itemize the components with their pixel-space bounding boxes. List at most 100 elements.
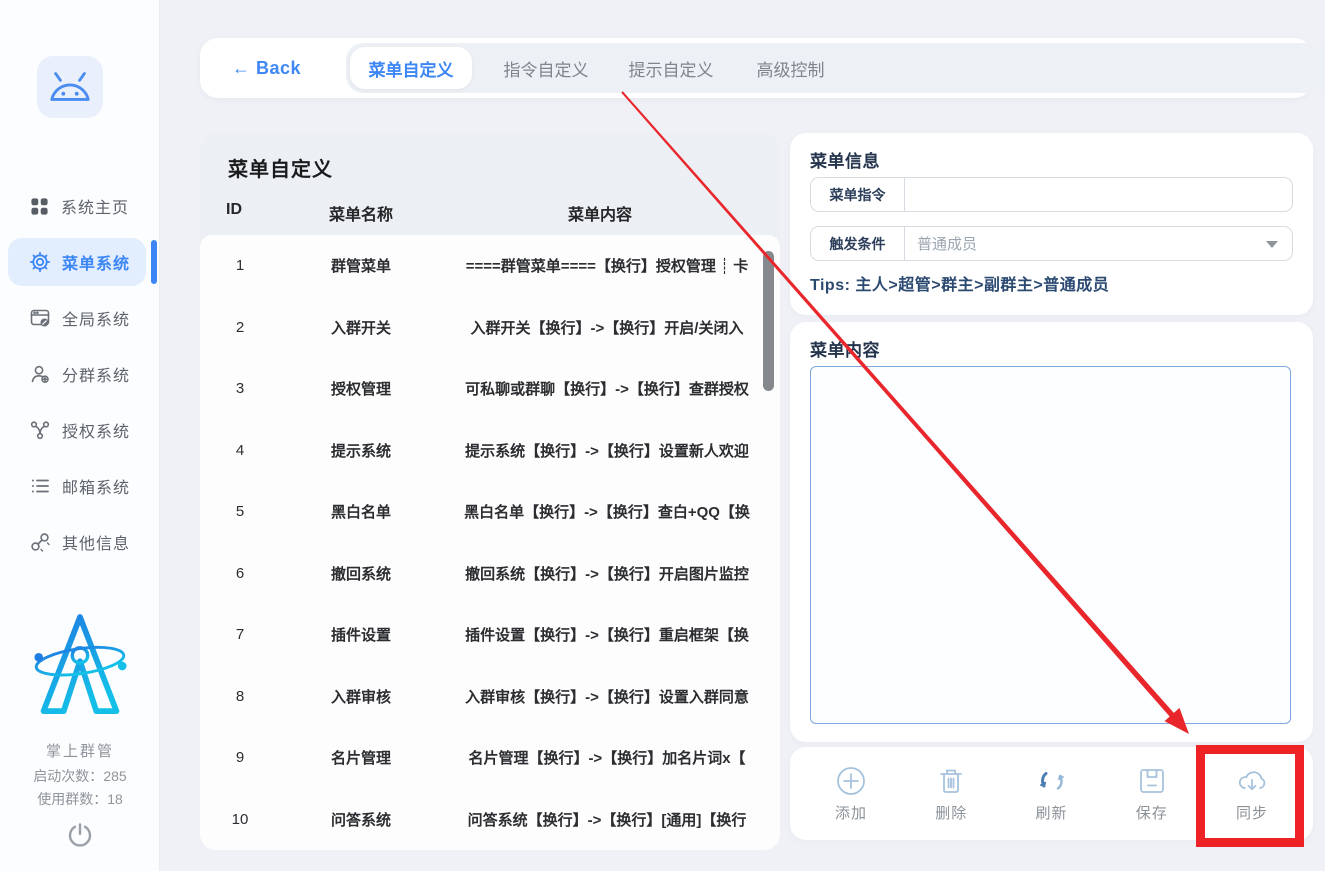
grid-icon xyxy=(30,197,49,216)
tab-bar: 菜单自定义 指令自定义 提示自定义 高级控制 xyxy=(346,43,1325,93)
sidebar-item-label: 邮箱系统 xyxy=(62,474,130,498)
table-row[interactable]: 10 问答系统 问答系统【换行】->【换行】[通用]【换行 xyxy=(200,789,780,851)
sidebar-item-home[interactable]: 系统主页 xyxy=(0,188,160,224)
trash-icon xyxy=(935,765,967,797)
user-icon xyxy=(30,364,50,384)
trigger-condition-value: 普通成员 xyxy=(917,233,977,254)
table-row[interactable]: 9 名片管理 名片管理【换行】->【换行】加名片词x【 xyxy=(200,727,780,789)
row-name: 提示系统 xyxy=(286,440,436,461)
row-content: 问答系统【换行】->【换行】[通用]【换行 xyxy=(450,809,764,830)
window-icon xyxy=(30,308,50,328)
button-label: 刷新 xyxy=(1035,802,1067,823)
table-scrollbar-thumb[interactable] xyxy=(763,251,774,391)
row-name: 授权管理 xyxy=(286,378,436,399)
chevron-down-icon xyxy=(1266,241,1278,248)
gear-icon xyxy=(30,252,50,272)
sidebar-item-global-system[interactable]: 全局系统 xyxy=(0,300,160,336)
tab-tip-custom[interactable]: 提示自定义 xyxy=(611,43,731,93)
table-row[interactable]: 1 群管菜单 ====群管菜单====【换行】授权管理 ┊ 卡 xyxy=(200,235,780,297)
button-label: 添加 xyxy=(835,802,867,823)
button-label: 删除 xyxy=(935,802,967,823)
app-logo-button[interactable] xyxy=(37,56,103,118)
add-button[interactable]: 添加 xyxy=(818,765,884,823)
back-button[interactable]: ← Back xyxy=(232,38,301,98)
sync-button[interactable]: 同步 xyxy=(1219,765,1285,823)
android-icon xyxy=(47,70,93,104)
menu-table-panel: 菜单自定义 ID 菜单名称 菜单内容 1 群管菜单 ====群管菜单====【换… xyxy=(200,133,780,850)
menu-info-panel: 菜单信息 菜单指令 触发条件 普通成员 Tips: 主人>超管>群主>副群主>普… xyxy=(790,133,1313,315)
row-content: 提示系统【换行】->【换行】设置新人欢迎 xyxy=(450,440,764,461)
row-name: 插件设置 xyxy=(286,624,436,645)
table-row[interactable]: 3 授权管理 可私聊或群聊【换行】->【换行】查群授权 xyxy=(200,358,780,420)
group-count: 使用群数：18 xyxy=(0,789,160,809)
row-id: 5 xyxy=(218,503,262,520)
sidebar-item-auth-system[interactable]: 授权系统 xyxy=(0,412,160,448)
column-header-name: 菜单名称 xyxy=(286,201,436,225)
sidebar-item-other-info[interactable]: 其他信息 xyxy=(0,524,160,560)
add-circle-icon xyxy=(835,765,867,797)
sidebar-item-label: 全局系统 xyxy=(62,306,130,330)
row-name: 入群开关 xyxy=(286,317,436,338)
power-icon xyxy=(67,822,93,848)
row-id: 9 xyxy=(218,749,262,766)
sidebar-item-menu-system[interactable]: 菜单系统 xyxy=(8,238,146,286)
sidebar-item-label: 菜单系统 xyxy=(62,250,130,274)
link-icon xyxy=(30,532,50,552)
save-button[interactable]: 保存 xyxy=(1119,765,1185,823)
row-id: 6 xyxy=(218,565,262,582)
row-content: 名片管理【换行】->【换行】加名片词x【 xyxy=(450,747,764,768)
menu-command-label: 菜单指令 xyxy=(811,178,905,211)
tab-command-custom[interactable]: 指令自定义 xyxy=(486,43,606,93)
sidebar-item-group-system[interactable]: 分群系统 xyxy=(0,356,160,392)
tab-menu-custom[interactable]: 菜单自定义 xyxy=(350,47,472,89)
button-label: 保存 xyxy=(1136,802,1168,823)
button-label: 同步 xyxy=(1236,802,1268,823)
refresh-button[interactable]: 刷新 xyxy=(1019,765,1085,823)
row-id: 2 xyxy=(218,319,262,336)
table-row[interactable]: 4 提示系统 提示系统【换行】->【换行】设置新人欢迎 xyxy=(200,420,780,482)
sidebar-item-label: 系统主页 xyxy=(61,194,129,218)
table-row[interactable]: 5 黑白名单 黑白名单【换行】->【换行】查白+QQ【换 xyxy=(200,481,780,543)
sidebar-item-label: 其他信息 xyxy=(62,530,130,554)
trigger-condition-select[interactable]: 普通成员 xyxy=(905,227,1292,260)
active-item-indicator xyxy=(151,240,157,284)
share-icon xyxy=(30,420,50,440)
table-rows: 1 群管菜单 ====群管菜单====【换行】授权管理 ┊ 卡 2 入群开关 入… xyxy=(200,235,780,850)
menu-command-input[interactable] xyxy=(905,178,1292,211)
action-toolbar: 添加 删除 刷新 xyxy=(790,747,1313,840)
tips-text: Tips: 主人>超管>群主>副群主>普通成员 xyxy=(810,271,1109,295)
table-row[interactable]: 2 入群开关 入群开关【换行】->【换行】开启/关闭入 xyxy=(200,297,780,359)
top-bar: ← Back 菜单自定义 指令自定义 提示自定义 高级控制 xyxy=(200,38,1312,98)
brand-name: 掌上群管 xyxy=(0,740,160,761)
row-id: 3 xyxy=(218,380,262,397)
trigger-condition-label: 触发条件 xyxy=(811,227,905,260)
table-row[interactable]: 8 入群审核 入群审核【换行】->【换行】设置入群同意 xyxy=(200,666,780,728)
boot-count: 启动次数：285 xyxy=(0,766,160,786)
row-content: 黑白名单【换行】->【换行】查白+QQ【换 xyxy=(450,501,764,522)
row-content: 撤回系统【换行】->【换行】开启图片监控 xyxy=(450,563,764,584)
table-title: 菜单自定义 xyxy=(228,153,333,182)
row-name: 群管菜单 xyxy=(286,255,436,276)
column-header-content: 菜单内容 xyxy=(480,201,720,225)
row-id: 7 xyxy=(218,626,262,643)
row-id: 10 xyxy=(218,811,262,828)
column-header-id: ID xyxy=(226,201,270,219)
refresh-icon xyxy=(1036,765,1068,797)
menu-content-textarea[interactable] xyxy=(810,366,1291,724)
delete-button[interactable]: 删除 xyxy=(918,765,984,823)
table-row[interactable]: 7 插件设置 插件设置【换行】->【换行】重启框架【换 xyxy=(200,604,780,666)
row-id: 8 xyxy=(218,688,262,705)
sidebar-item-mail-system[interactable]: 邮箱系统 xyxy=(0,468,160,504)
menu-command-group: 菜单指令 xyxy=(810,177,1293,212)
row-content: ====群管菜单====【换行】授权管理 ┊ 卡 xyxy=(450,255,764,276)
row-id: 1 xyxy=(218,257,262,274)
sidebar: 系统主页 菜单系统 全局系统 xyxy=(0,0,160,871)
row-content: 可私聊或群聊【换行】->【换行】查群授权 xyxy=(450,378,764,399)
menu-content-title: 菜单内容 xyxy=(810,336,880,361)
save-icon xyxy=(1136,765,1168,797)
power-button[interactable] xyxy=(67,822,93,848)
table-row[interactable]: 6 撤回系统 撤回系统【换行】->【换行】开启图片监控 xyxy=(200,543,780,605)
tab-advanced-control[interactable]: 高级控制 xyxy=(738,43,843,93)
menu-content-panel: 菜单内容 xyxy=(790,322,1313,742)
row-name: 撤回系统 xyxy=(286,563,436,584)
